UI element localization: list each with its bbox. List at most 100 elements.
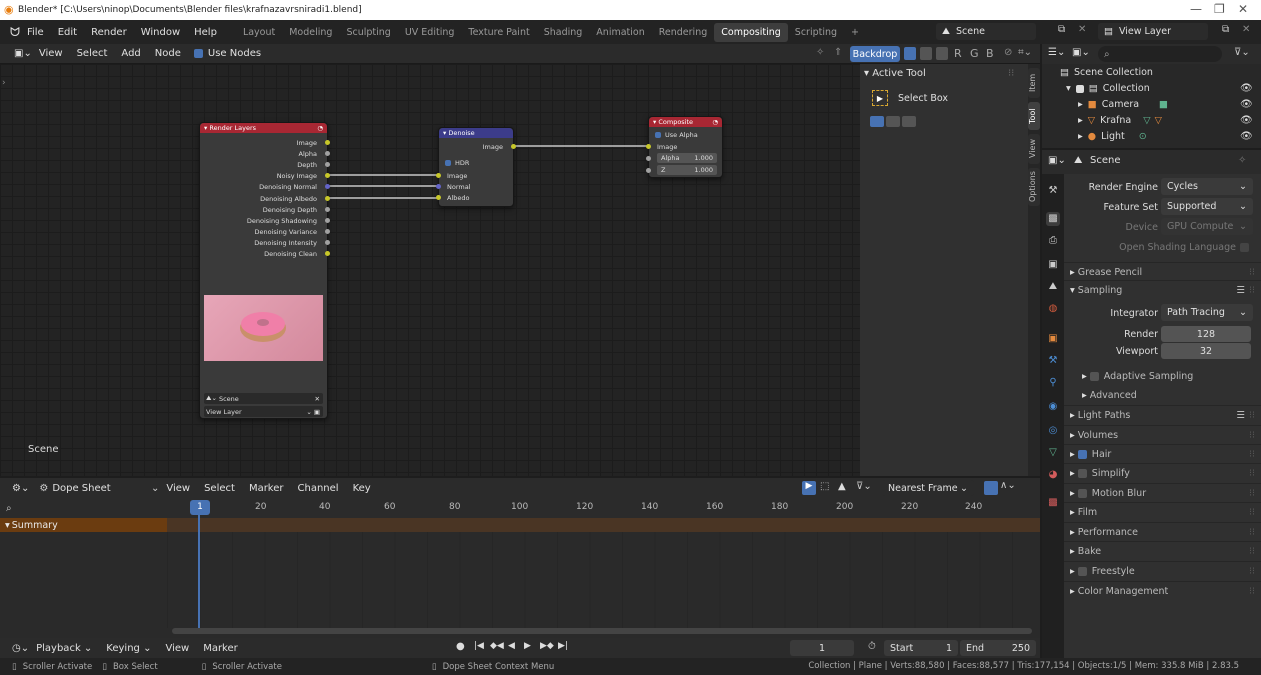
dope-sheet-mode-selector[interactable]: ⚙ Dope Sheet ⌄ [39, 483, 159, 494]
filter-icon[interactable]: ⊽⌄ [1234, 47, 1250, 58]
tab-item[interactable]: Item [1028, 68, 1040, 98]
prev-keyframe-icon[interactable]: ◆◀ [490, 641, 504, 651]
tab-uv-editing[interactable]: UV Editing [398, 23, 462, 42]
hdr-checkbox[interactable] [445, 159, 451, 166]
socket-noisy-image[interactable] [325, 173, 330, 178]
drag-handle-icon[interactable]: ⁝⁝ [1249, 546, 1255, 557]
active-tool-header[interactable]: ▾ Active Tool [864, 68, 926, 79]
section-bake[interactable]: ▸ Bake ⁝⁝ [1064, 541, 1261, 561]
editor-type-icon[interactable]: ◷⌄ [12, 643, 29, 654]
menu-file[interactable]: File [20, 27, 51, 38]
mode-extend-icon[interactable] [886, 116, 900, 127]
denoise-node-header[interactable]: ▾ Denoise [439, 128, 513, 138]
tool-settings-icon[interactable]: ⚒ [1046, 184, 1060, 198]
alpha-value-field[interactable]: Alpha 1.000 [657, 153, 717, 163]
composite-node-header[interactable]: ▾ Composite ◔ [649, 117, 722, 127]
drag-handle-icon[interactable]: ⁝⁝ [1249, 285, 1255, 296]
section-film[interactable]: ▸ Film ⁝⁝ [1064, 502, 1261, 522]
adaptive-sampling-checkbox[interactable] [1089, 371, 1099, 381]
drag-handle-icon[interactable]: ⁝⁝ [1249, 468, 1255, 479]
drag-handle-icon[interactable]: ⁝⁝ [1249, 566, 1255, 577]
socket-denoise-normal-in[interactable] [436, 184, 441, 189]
editor-type-icon[interactable]: ☰⌄ [1048, 47, 1065, 58]
section-grease-pencil[interactable]: ▸ Grease Pencil ⁝⁝ [1064, 262, 1261, 282]
tab-texture-paint[interactable]: Texture Paint [461, 23, 536, 42]
outliner-search-input[interactable]: ⌕ [1098, 46, 1222, 62]
render-layer-icon[interactable]: ⌄ ▣ [306, 408, 320, 416]
feature-set-select[interactable]: Supported ⌄ [1161, 198, 1253, 215]
hdr-option[interactable]: HDR [445, 157, 469, 168]
use-alpha-option[interactable]: Use Alpha [655, 129, 698, 140]
menu-render[interactable]: Render [84, 27, 134, 38]
particles-properties-icon[interactable]: ⚲ [1046, 376, 1060, 390]
parent-node-tree-icon[interactable]: ⇑ [834, 47, 842, 58]
render-layers-node[interactable]: ▾ Render Layers ◔ Image Alpha Depth Nois… [199, 122, 330, 419]
clear-scene-icon[interactable]: ✕ [315, 395, 320, 403]
z-value-field[interactable]: Z 1.000 [657, 165, 717, 175]
section-simplify[interactable]: ▸ Simplify ⁝⁝ [1064, 463, 1261, 483]
object-properties-icon[interactable]: ▣ [1046, 332, 1060, 346]
node-menu-add[interactable]: Add [114, 48, 147, 59]
select-box-icon[interactable]: ▶ [872, 90, 888, 106]
socket-denoising-variance[interactable] [325, 229, 330, 234]
expand-arrow-icon[interactable]: ▾ [1066, 83, 1071, 94]
tab-rendering[interactable]: Rendering [652, 23, 715, 42]
modifier-properties-icon[interactable]: ⚒ [1046, 354, 1060, 368]
outliner-row-scene-collection[interactable]: ▤ Scene Collection [1060, 67, 1153, 78]
snap-icon[interactable]: ⌗⌄ [1018, 47, 1032, 58]
simplify-checkbox[interactable] [1077, 469, 1087, 478]
editor-type-icon[interactable]: ⚙⌄ [12, 483, 29, 494]
menu-help[interactable]: Help [187, 27, 224, 38]
view-layer-properties-icon[interactable]: ▣ [1046, 258, 1060, 272]
section-hair[interactable]: ▸ Hair ⁝⁝ [1064, 444, 1261, 464]
tab-compositing[interactable]: Compositing [714, 22, 788, 42]
socket-depth[interactable] [325, 162, 330, 167]
dope-menu-view[interactable]: View [159, 483, 197, 494]
play-reverse-icon[interactable]: ◀ [508, 641, 515, 651]
tab-shading[interactable]: Shading [537, 23, 590, 42]
summary-channel[interactable]: ▾ Summary [0, 518, 167, 532]
editor-type-icon[interactable]: ▣⌄ [14, 48, 32, 59]
use-alpha-checkbox[interactable] [655, 131, 661, 138]
tab-scripting[interactable]: Scripting [788, 23, 844, 42]
node-menu-node[interactable]: Node [148, 48, 188, 59]
overlay-icon[interactable]: ⊘ [1004, 47, 1012, 58]
physics-properties-icon[interactable]: ◉ [1046, 400, 1060, 414]
timeline-playback-menu[interactable]: Playback ⌄ [29, 643, 99, 654]
timeline-marker-menu[interactable]: Marker [196, 643, 245, 654]
stopwatch-icon[interactable]: ⏱ [868, 641, 876, 652]
osl-checkbox[interactable] [1240, 243, 1249, 252]
subsection-advanced[interactable]: ▸ Advanced [1064, 385, 1261, 405]
render-samples-field[interactable]: 128 [1161, 326, 1251, 342]
mode-set-icon[interactable] [870, 116, 884, 127]
drag-handle-icon[interactable]: ⁝⁝ [1249, 488, 1255, 499]
denoise-node[interactable]: ▾ Denoise Image HDR Image Normal Albedo [436, 127, 516, 207]
section-performance[interactable]: ▸ Performance ⁝⁝ [1064, 522, 1261, 542]
view-layer-field[interactable]: View Layer ⌄ ▣ [204, 406, 323, 417]
delete-view-layer-icon[interactable]: ✕ [1242, 24, 1250, 35]
drag-handle-icon[interactable]: ⁝⁝ [1249, 527, 1255, 538]
tab-modeling[interactable]: Modeling [282, 23, 339, 42]
socket-alpha[interactable] [325, 151, 330, 156]
current-frame-indicator[interactable]: 1 [190, 500, 210, 515]
outliner-row-krafna[interactable]: ▸ ▽ Krafna ▽ ▽ [1078, 115, 1162, 126]
new-view-layer-icon[interactable]: ⧉ [1222, 24, 1229, 35]
section-motion-blur[interactable]: ▸ Motion Blur ⁝⁝ [1064, 483, 1261, 503]
tab-sculpting[interactable]: Sculpting [339, 23, 397, 42]
dope-menu-channel[interactable]: Channel [291, 483, 346, 494]
section-sampling[interactable]: ▾ Sampling ☰ ⁝⁝ [1064, 280, 1261, 300]
mode-subtract-icon[interactable] [902, 116, 916, 127]
drag-handle-icon[interactable]: ⁝⁝ [1249, 410, 1255, 421]
outliner-row-light[interactable]: ▸ ● Light ⊙ [1078, 131, 1147, 142]
channel-g-toggle[interactable]: G [970, 47, 979, 60]
backdrop-toggle[interactable]: Backdrop [850, 46, 900, 62]
socket-composite-image-in[interactable] [646, 144, 651, 149]
backdrop-alpha-icon[interactable] [920, 47, 932, 60]
channel-search[interactable]: ⌕ [0, 498, 167, 518]
delete-scene-icon[interactable]: ✕ [1078, 24, 1086, 35]
jump-end-icon[interactable]: ▶| [558, 641, 568, 651]
node-menu-view[interactable]: View [32, 48, 70, 59]
playhead-line[interactable] [198, 510, 200, 628]
device-select[interactable]: GPU Compute ⌄ [1161, 218, 1253, 235]
render-layers-node-header[interactable]: ▾ Render Layers ◔ [200, 123, 327, 133]
